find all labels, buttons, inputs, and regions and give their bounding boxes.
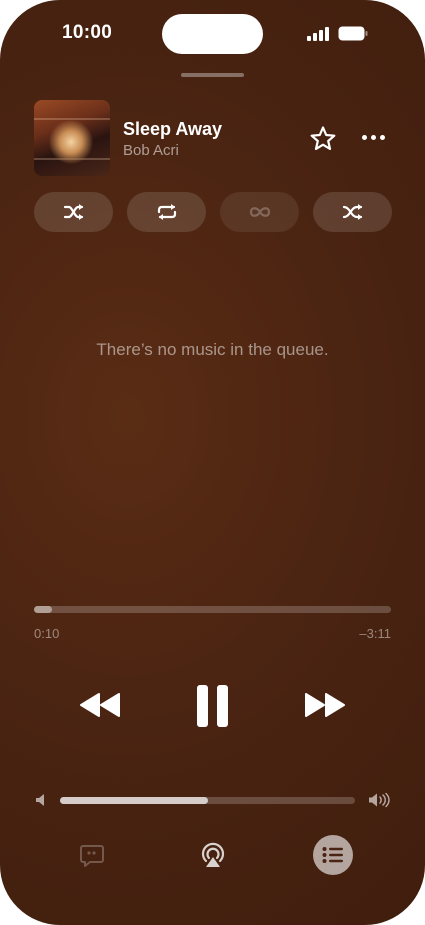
dynamic-island	[162, 14, 263, 54]
empty-queue-message: There’s no music in the queue.	[96, 340, 329, 359]
playback-scrubber[interactable]	[34, 606, 391, 613]
volume-level-fill	[60, 797, 208, 804]
queue-list-icon	[322, 847, 343, 863]
fast-forward-icon[interactable]	[303, 690, 347, 720]
volume-low-icon	[36, 794, 44, 806]
repeat-button[interactable]	[127, 192, 206, 232]
status-time: 10:00	[62, 22, 113, 43]
sheet-grabber[interactable]	[181, 73, 244, 77]
volume-high-icon	[369, 792, 390, 808]
shuffle-button[interactable]	[34, 192, 113, 232]
track-title: Sleep Away	[123, 119, 223, 139]
album-artwork[interactable]	[34, 100, 110, 176]
repeat-icon	[157, 204, 176, 220]
autoplay-button[interactable]	[220, 192, 299, 232]
more-options-icon[interactable]	[360, 130, 388, 146]
crossfade-button[interactable]	[313, 192, 392, 232]
battery-icon	[338, 26, 368, 41]
favorite-star-icon[interactable]	[308, 124, 338, 154]
now-playing-screen: 10:00 Sleep Away Bob Acri There’s no mus…	[0, 0, 425, 925]
remaining-time: –3:11	[359, 626, 391, 641]
crossfade-icon	[342, 204, 362, 220]
playback-progress-fill	[34, 606, 52, 613]
cellular-signal-icon	[307, 27, 329, 41]
rewind-icon[interactable]	[78, 690, 122, 720]
lyrics-bubble-icon[interactable]	[79, 843, 105, 869]
queue-button[interactable]	[313, 835, 353, 875]
airplay-icon[interactable]	[199, 841, 227, 869]
pause-icon[interactable]	[195, 684, 231, 728]
elapsed-time: 0:10	[34, 626, 60, 641]
shuffle-icon	[63, 204, 83, 220]
volume-slider[interactable]	[60, 797, 355, 804]
track-artist[interactable]: Bob Acri	[123, 142, 179, 159]
infinity-icon	[249, 207, 270, 217]
